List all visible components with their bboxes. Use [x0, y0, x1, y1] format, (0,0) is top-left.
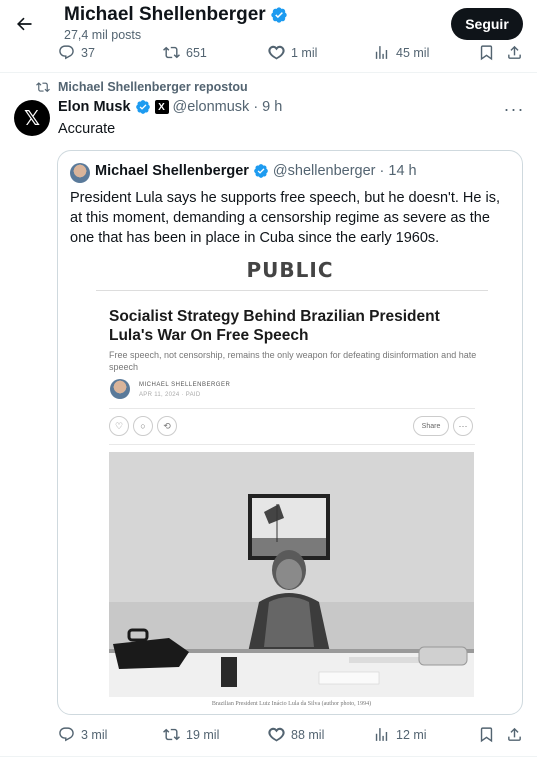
- verified-badge-icon: [254, 164, 268, 178]
- tweet-text: Accurate: [58, 121, 116, 137]
- verified-badge-icon: [271, 7, 287, 23]
- share-action[interactable]: [506, 726, 523, 743]
- verified-badge-icon: [135, 100, 150, 114]
- article-subtitle: Free speech, not censorship, remains the…: [109, 350, 477, 372]
- previous-tweet-actions: 37 651 1 mil 45 mil: [0, 44, 537, 64]
- divider: [109, 444, 475, 445]
- article-screenshot[interactable]: PUBLIC Socialist Strategy Behind Brazili…: [59, 251, 521, 713]
- reply-count: 37: [81, 45, 95, 60]
- repost-action[interactable]: 19 mil: [163, 726, 219, 743]
- x-affiliate-badge-icon: X: [154, 100, 169, 114]
- author-handle-time[interactable]: @elonmusk · 9 h: [173, 99, 283, 115]
- heart-icon: [268, 727, 285, 742]
- repost-icon: [163, 728, 180, 741]
- restack-icon: ⟲: [157, 416, 177, 436]
- divider: [96, 290, 488, 291]
- lula-photo: [109, 452, 474, 697]
- repost-small-icon: [36, 82, 50, 93]
- bookmark-action[interactable]: [478, 44, 495, 61]
- views-action[interactable]: 45 mil: [373, 44, 429, 61]
- publication-logo: PUBLIC: [246, 258, 334, 282]
- share-icon: [508, 727, 521, 741]
- quote-handle-time: @shellenberger · 14 h: [272, 163, 417, 179]
- divider: [0, 72, 537, 73]
- quoted-tweet[interactable]: Michael Shellenberger @shellenberger · 1…: [57, 150, 523, 715]
- tweet-author: Elon Musk X @elonmusk · 9 h: [58, 99, 282, 115]
- elon-avatar[interactable]: 𝕏: [14, 100, 50, 136]
- views-count: 45 mil: [396, 45, 430, 60]
- like-action[interactable]: 1 mil: [268, 44, 317, 61]
- quote-avatar[interactable]: [70, 163, 90, 183]
- article-title: Socialist Strategy Behind Brazilian Pres…: [109, 308, 440, 344]
- post-count: 27,4 mil posts: [64, 28, 142, 42]
- share-icon: [508, 45, 521, 59]
- quote-author: Michael Shellenberger @shellenberger · 1…: [95, 163, 417, 179]
- tweet-actions: 3 mil 19 mil 88 mil 12 mi: [0, 726, 537, 746]
- profile-name: Michael Shellenberger: [64, 4, 288, 26]
- top-bar: Michael Shellenberger 27,4 mil posts Seg…: [0, 0, 537, 48]
- article-author-avatar: [110, 379, 130, 399]
- x-logo-icon: 𝕏: [23, 107, 41, 130]
- bookmark-icon: [480, 727, 493, 743]
- divider: [109, 408, 475, 409]
- reply-count: 3 mil: [81, 727, 108, 742]
- quote-author-name[interactable]: Michael Shellenberger: [95, 163, 249, 179]
- profile-name-text: Michael Shellenberger: [64, 4, 266, 25]
- reply-icon: [59, 45, 74, 60]
- bookmark-icon: [480, 45, 493, 61]
- reply-action[interactable]: 37: [58, 44, 95, 61]
- heart-icon: ♡: [109, 416, 129, 436]
- article-date: APR 11, 2024 · PAID: [139, 392, 201, 398]
- repost-count: 651: [186, 45, 207, 60]
- repost-indicator[interactable]: Michael Shellenberger repostou: [36, 80, 248, 94]
- repost-label: Michael Shellenberger repostou: [58, 80, 248, 94]
- more-options-icon[interactable]: ···: [504, 99, 524, 119]
- article-author: MICHAEL SHELLENBERGER: [139, 382, 231, 388]
- bookmark-action[interactable]: [478, 726, 495, 743]
- repost-count: 19 mil: [186, 727, 220, 742]
- article-more-icon: ···: [453, 416, 473, 436]
- share-action[interactable]: [506, 44, 523, 61]
- views-chart-icon: [375, 728, 388, 741]
- article-reaction-buttons: ♡ ○ ⟲: [109, 416, 177, 436]
- views-count: 12 mi: [396, 727, 427, 742]
- like-action[interactable]: 88 mil: [268, 726, 324, 743]
- like-count: 88 mil: [291, 727, 325, 742]
- like-count: 1 mil: [291, 45, 318, 60]
- reply-action[interactable]: 3 mil: [58, 726, 107, 743]
- views-action[interactable]: 12 mi: [373, 726, 427, 743]
- author-name[interactable]: Elon Musk: [58, 99, 131, 115]
- heart-icon: [268, 45, 285, 60]
- views-chart-icon: [375, 46, 388, 59]
- article-share-button: Share: [413, 416, 449, 436]
- photo-caption: Brazilian President Luiz Inácio Lula da …: [211, 701, 372, 707]
- quote-text: President Lula says he supports free spe…: [70, 190, 500, 246]
- reply-icon: [59, 727, 74, 742]
- repost-icon: [163, 46, 180, 59]
- divider: [0, 756, 537, 757]
- follow-button[interactable]: Seguir: [451, 8, 523, 40]
- repost-action[interactable]: 651: [163, 44, 207, 61]
- comment-icon: ○: [133, 416, 153, 436]
- back-arrow-icon[interactable]: [12, 12, 36, 36]
